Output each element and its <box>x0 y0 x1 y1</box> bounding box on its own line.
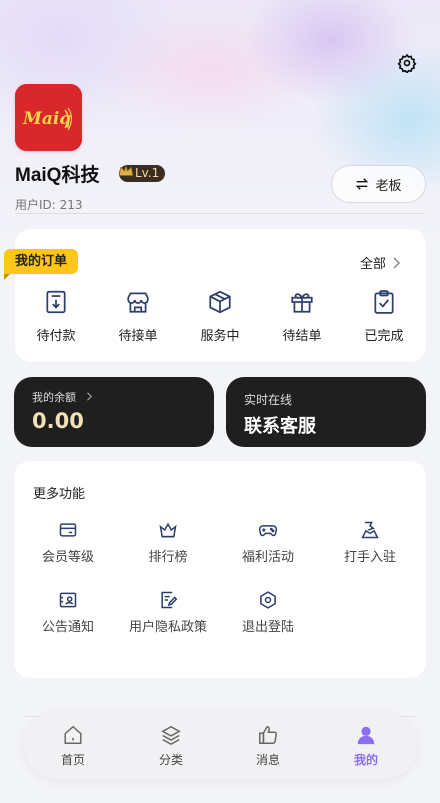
feature-announcements[interactable]: 公告通知 <box>18 590 118 637</box>
tab-category[interactable]: 分类 <box>136 724 206 768</box>
feature-player-onboarding[interactable]: 打手入驻 <box>320 520 420 567</box>
header-divider <box>15 213 425 214</box>
person-icon <box>357 726 375 745</box>
orders-tag-tail <box>4 274 10 280</box>
box-icon <box>209 290 231 314</box>
card-icon <box>59 523 77 537</box>
chevron-right-icon <box>393 256 401 269</box>
balance-value: 0.00 <box>32 409 84 433</box>
order-label: 待接单 <box>118 329 158 344</box>
tab-label: 分类 <box>158 753 183 767</box>
order-in-service[interactable]: 服务中 <box>185 289 255 344</box>
feature-label: 会员等级 <box>41 550 94 565</box>
tab-home[interactable]: 首页 <box>38 724 108 768</box>
tab-messages[interactable]: 消息 <box>233 724 303 768</box>
orders-title: 我的订单 <box>4 249 79 274</box>
gear-icon[interactable] <box>397 53 417 73</box>
notice-icon <box>59 592 77 608</box>
svg-text:Maiq: Maiq <box>22 109 71 129</box>
role-switch-button[interactable]: 老板 <box>331 165 426 203</box>
gift-icon <box>291 293 313 313</box>
tab-mine[interactable]: 我的 <box>331 724 401 768</box>
logout-icon <box>260 591 276 609</box>
home-icon <box>64 725 82 744</box>
feature-label: 用户隐私政策 <box>128 620 207 635</box>
order-label: 服务中 <box>200 329 240 344</box>
feature-label: 排行榜 <box>148 550 188 565</box>
document-edit-icon <box>161 591 178 609</box>
feature-logout[interactable]: 退出登陆 <box>218 590 318 637</box>
customer-service-card[interactable]: 实时在线 联系客服 <box>226 377 426 447</box>
feature-membership-level[interactable]: 会员等级 <box>18 520 118 567</box>
feature-label: 公告通知 <box>41 620 94 635</box>
balance-label: 我的余额 <box>32 389 92 405</box>
order-label: 待结单 <box>282 329 322 344</box>
feature-leaderboard[interactable]: 排行榜 <box>118 520 218 567</box>
orders-all-label: 全部 <box>360 257 387 272</box>
thumbs-up-icon <box>259 726 277 744</box>
order-label: 已完成 <box>364 329 404 344</box>
order-awaiting-settlement[interactable]: 待结单 <box>267 289 337 344</box>
order-awaiting-acceptance[interactable]: 待接单 <box>103 289 173 344</box>
crown-icon <box>118 164 134 176</box>
order-pending-payment[interactable]: 待付款 <box>21 289 91 344</box>
feature-label: 退出登陆 <box>241 620 294 635</box>
more-functions-title: 更多功能 <box>33 487 86 502</box>
order-completed[interactable]: 已完成 <box>349 289 419 344</box>
shop-icon <box>127 292 149 313</box>
tab-label: 消息 <box>255 753 280 767</box>
feature-label: 福利活动 <box>241 550 294 565</box>
feature-privacy-policy[interactable]: 用户隐私政策 <box>118 590 218 637</box>
orders-all-link[interactable]: 全部 <box>360 253 401 272</box>
tab-label: 首页 <box>60 753 85 767</box>
feature-welfare-events[interactable]: 福利活动 <box>218 520 318 567</box>
clipboard-check-icon <box>374 290 394 314</box>
swap-icon <box>356 178 369 190</box>
chevron-right-icon <box>86 392 92 401</box>
balance-card[interactable]: 我的余额 0.00 <box>14 377 214 447</box>
user-id: 用户ID: 213 <box>15 198 83 212</box>
layers-icon <box>161 725 181 746</box>
feature-label: 打手入驻 <box>343 550 396 565</box>
gamepad-icon <box>258 525 278 537</box>
payment-icon <box>46 290 66 314</box>
order-label: 待付款 <box>36 329 76 344</box>
app-name: MaiQ科技 <box>15 165 100 186</box>
tab-label: 我的 <box>353 753 378 767</box>
contact-service-label: 联系客服 <box>244 416 316 437</box>
role-switch-label: 老板 <box>375 178 402 194</box>
crown-icon <box>159 522 177 538</box>
service-status-label: 实时在线 <box>244 393 293 407</box>
app-logo: Maiq <box>15 84 82 151</box>
user-badge-icon <box>361 521 379 539</box>
